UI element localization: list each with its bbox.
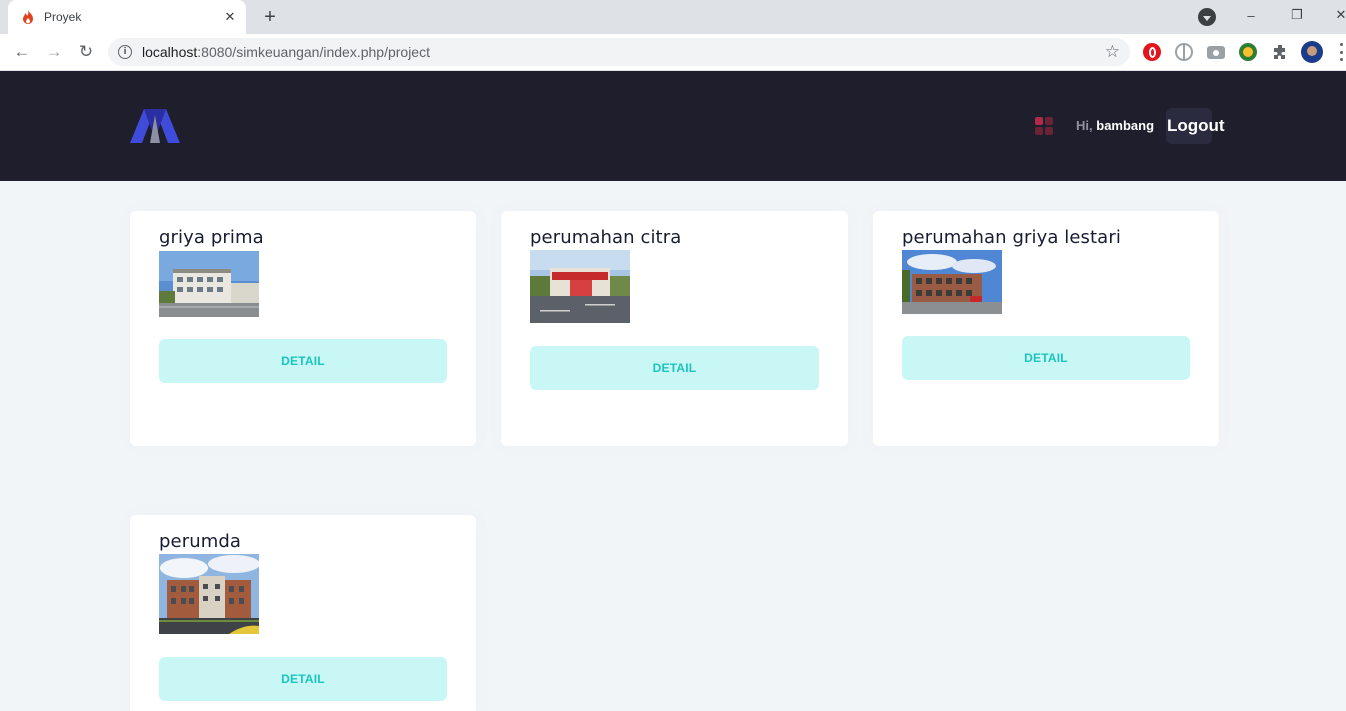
browser-tab[interactable]: Proyek ✕ xyxy=(8,0,246,34)
apps-grid-icon[interactable] xyxy=(1035,117,1053,135)
project-title: perumahan citra xyxy=(530,227,682,248)
project-title: perumahan griya lestari xyxy=(902,227,1121,248)
extensions-puzzle-icon[interactable] xyxy=(1271,43,1289,61)
detail-button[interactable]: DETAIL xyxy=(902,336,1190,380)
tab-close-icon[interactable]: ✕ xyxy=(220,7,240,27)
project-title: perumda xyxy=(159,531,241,552)
project-card: perumahan griya lestari DETAIL xyxy=(873,211,1219,446)
username: bambang xyxy=(1096,118,1155,133)
profile-avatar[interactable] xyxy=(1301,41,1323,63)
opera-extension-icon[interactable] xyxy=(1143,43,1161,61)
url-path: :8080/simkeuangan/index.php/project xyxy=(197,44,430,60)
browser-menu-icon[interactable] xyxy=(1336,43,1346,61)
reload-button[interactable]: ↻ xyxy=(74,40,98,64)
back-button[interactable]: ← xyxy=(10,40,34,64)
site-info-icon[interactable]: i xyxy=(118,45,132,59)
project-card: perumda DETAIL xyxy=(130,515,476,711)
camera-extension-icon[interactable] xyxy=(1207,46,1225,59)
flame-favicon-icon xyxy=(23,10,33,24)
app-header: Hi, bambang Logout xyxy=(0,71,1346,181)
logout-button[interactable]: Logout xyxy=(1166,108,1225,144)
project-card: perumahan citra DETAIL xyxy=(501,211,848,446)
detail-button[interactable]: DETAIL xyxy=(159,657,447,701)
project-image xyxy=(902,250,1002,314)
detail-button[interactable]: DETAIL xyxy=(530,346,819,390)
url-host: localhost xyxy=(142,44,198,60)
restore-button[interactable]: ❐ xyxy=(1274,0,1320,30)
new-tab-button[interactable]: + xyxy=(258,6,282,28)
project-image xyxy=(159,251,259,317)
project-image xyxy=(159,554,259,634)
detail-button[interactable]: DETAIL xyxy=(159,339,447,383)
project-image xyxy=(530,250,630,323)
greeting-prefix: Hi, xyxy=(1076,118,1093,133)
minimize-button[interactable]: – xyxy=(1228,0,1274,30)
logout-label: Logout xyxy=(1167,116,1225,135)
tab-title: Proyek xyxy=(44,10,82,24)
app-logo[interactable] xyxy=(130,109,180,143)
project-card: griya prima DETAIL xyxy=(130,211,476,446)
forward-button[interactable]: → xyxy=(42,40,66,64)
earth-extension-icon[interactable] xyxy=(1239,43,1257,61)
user-greeting[interactable]: Hi, bambang xyxy=(1076,118,1154,133)
globe-extension-icon[interactable] xyxy=(1175,43,1193,61)
browser-toolbar: ← → ↻ i localhost :8080/simkeuangan/inde… xyxy=(0,34,1346,71)
browser-tabstrip: Proyek ✕ + – ❐ ✕ xyxy=(0,0,1346,34)
project-title: griya prima xyxy=(159,227,264,248)
close-window-button[interactable]: ✕ xyxy=(1318,0,1346,30)
tab-search-icon[interactable] xyxy=(1198,8,1216,26)
address-bar[interactable]: i localhost :8080/simkeuangan/index.php/… xyxy=(108,38,1130,66)
bookmark-star-icon[interactable]: ☆ xyxy=(1105,42,1120,62)
